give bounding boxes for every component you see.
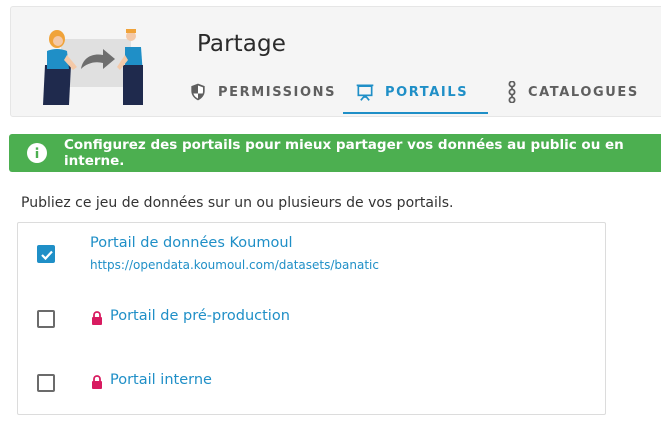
tab-catalogues[interactable]: CATALOGUES [488, 72, 653, 114]
portal-name[interactable]: Portail de pré-production [110, 308, 290, 324]
sharing-illustration [43, 29, 143, 105]
tab-portails[interactable]: PORTAILS [343, 72, 488, 114]
info-alert: Configurez des portails pour mieux parta… [9, 134, 661, 172]
lock-icon [91, 375, 103, 389]
list-item: Portail de données Koumoul https://opend… [18, 223, 605, 289]
alert-text: Configurez des portails pour mieux parta… [64, 137, 624, 169]
tab-bar: PERMISSIONS PORTAILS CATALOGUES [176, 72, 653, 116]
tab-permissions[interactable]: PERMISSIONS [176, 72, 343, 114]
portal-name[interactable]: Portail interne [110, 372, 212, 388]
portal-checkbox-interne[interactable] [37, 374, 55, 392]
tab-catalogues-label: CATALOGUES [528, 84, 639, 100]
lock-icon [91, 311, 103, 325]
page-title: Partage [197, 31, 286, 57]
portal-checkbox-preproduction[interactable] [37, 310, 55, 328]
tab-portails-label: PORTAILS [385, 84, 469, 100]
shield-icon [188, 82, 208, 102]
presentation-board-icon [355, 82, 375, 102]
intro-text: Publiez ce jeu de données sur un ou plus… [21, 195, 454, 211]
portal-name[interactable]: Portail de données Koumoul [90, 235, 293, 251]
list-item: Portail de pré-production [18, 289, 605, 353]
info-circle-icon [26, 142, 48, 164]
tab-permissions-label: PERMISSIONS [218, 84, 337, 100]
portal-url[interactable]: https://opendata.koumoul.com/datasets/ba… [90, 258, 379, 272]
portal-list: Portail de données Koumoul https://opend… [17, 222, 606, 415]
checkmark-icon [41, 250, 53, 261]
portal-checkbox-koumoul[interactable] [37, 245, 55, 263]
dots-vertical-icon [506, 81, 518, 103]
list-item: Portail interne [18, 353, 605, 415]
